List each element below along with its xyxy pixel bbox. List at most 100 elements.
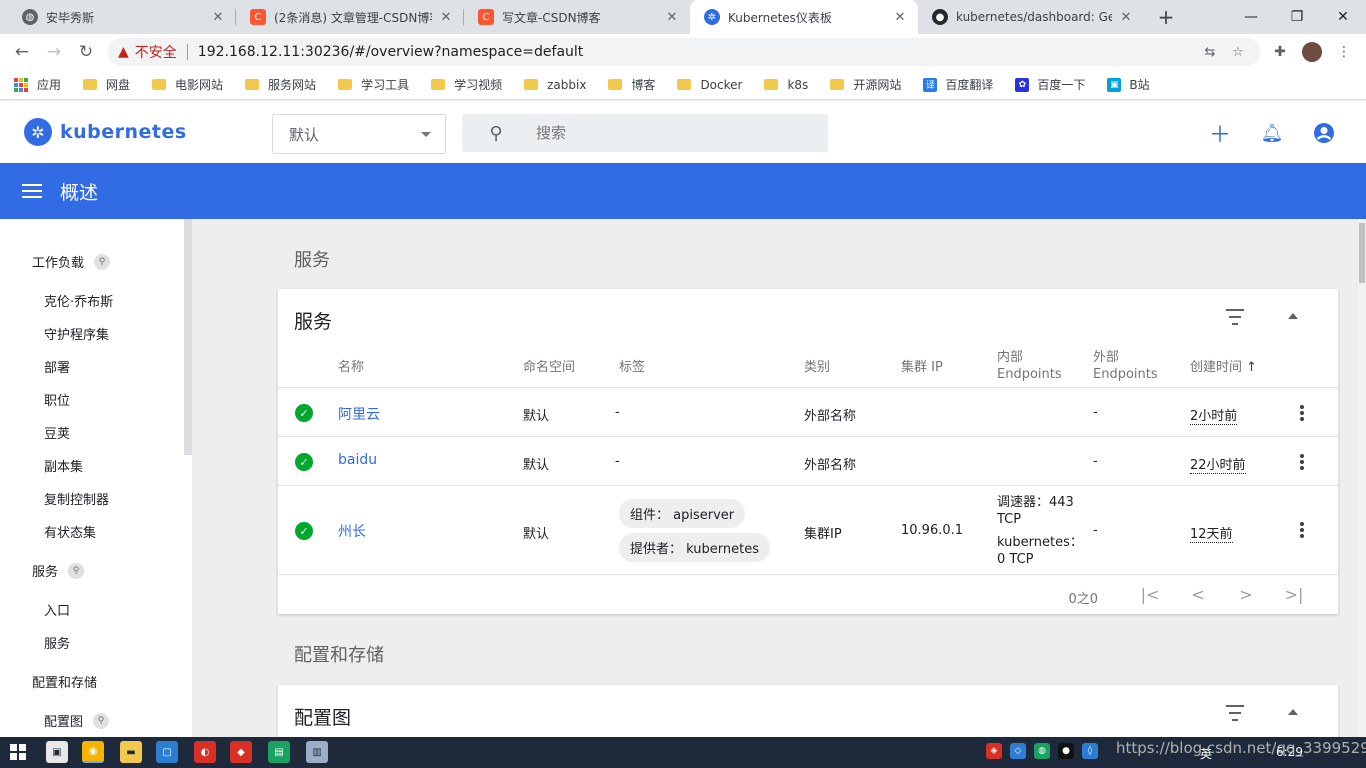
more-vert-icon[interactable] xyxy=(1296,521,1308,539)
sidebar-item-configmaps[interactable]: 配置图 ⚲ xyxy=(44,711,110,730)
bookmark-folder[interactable]: zabbix xyxy=(524,78,586,92)
browser-tab-3[interactable]: C 写文章-CSDN博客 ✕ xyxy=(464,0,690,34)
bookmark-folder[interactable]: Docker xyxy=(677,78,742,92)
browser-tab-2[interactable]: C (2条消息) 文章管理-CSDN博客 ✕ xyxy=(236,0,464,34)
sidebar-section-service[interactable]: 服务 ⚲ xyxy=(32,561,85,580)
pin-icon[interactable]: ⚲ xyxy=(94,253,111,270)
app-icon[interactable]: ◆ xyxy=(230,741,252,763)
collapse-chevron-icon[interactable] xyxy=(1288,709,1298,715)
sidebar-item-statefulsets[interactable]: 有状态集 xyxy=(44,522,96,541)
more-vert-icon[interactable] xyxy=(1296,453,1308,471)
bookmark-bilibili[interactable]: ▣ B站 xyxy=(1107,76,1150,93)
filter-icon[interactable] xyxy=(1224,309,1246,325)
sidebar-item-pods[interactable]: 豆荚 xyxy=(44,423,70,442)
back-arrow-icon[interactable]: ← xyxy=(10,40,34,64)
kubernetes-logo[interactable]: ✲ kubernetes xyxy=(24,118,187,146)
tray-app-icon[interactable]: ◈ xyxy=(986,743,1002,759)
notepad-icon[interactable]: ▥ xyxy=(306,741,328,763)
sidebar-section-config-storage[interactable]: 配置和存储 xyxy=(32,672,97,691)
folder-icon[interactable]: ▬ xyxy=(120,741,142,763)
translate-icon[interactable]: ⇆ xyxy=(1200,42,1220,62)
bookmark-folder[interactable]: 博客 xyxy=(608,76,655,93)
sidebar-item-daemonsets[interactable]: 守护程序集 xyxy=(44,324,109,343)
browser-tab-4-active[interactable]: ✲ Kubernetes仪表板 ✕ xyxy=(690,0,918,34)
sidebar-item-replicasets[interactable]: 副本集 xyxy=(44,456,83,475)
column-header-type[interactable]: 类别 xyxy=(804,359,830,376)
terminal-icon[interactable]: ▤ xyxy=(268,741,290,763)
bookmark-apps[interactable]: 应用 xyxy=(14,76,61,93)
column-header-name[interactable]: 名称 xyxy=(338,359,364,376)
minimize-button[interactable]: — xyxy=(1228,0,1274,34)
account-circle-icon[interactable] xyxy=(1311,120,1337,146)
close-window-button[interactable]: ✕ xyxy=(1320,0,1366,34)
close-icon[interactable]: ✕ xyxy=(892,9,908,25)
new-tab-button[interactable]: + xyxy=(1154,5,1178,29)
bookmark-folder[interactable]: 开源网站 xyxy=(830,76,901,93)
column-header-namespace[interactable]: 命名空间 xyxy=(523,359,575,376)
bookmark-folder[interactable]: 学习视频 xyxy=(431,76,502,93)
security-warning-label[interactable]: 不安全 xyxy=(135,42,177,62)
browser-tab-1[interactable]: ◍ 安毕秀斯 ✕ xyxy=(8,0,236,34)
hamburger-menu-icon[interactable] xyxy=(22,184,42,198)
wechat-icon[interactable]: ◍ xyxy=(1034,743,1050,759)
service-name-link[interactable]: 州长 xyxy=(338,521,366,541)
bookmark-folder[interactable]: 电影网站 xyxy=(152,76,223,93)
cell-created[interactable]: 2小时前 xyxy=(1190,405,1238,425)
service-name-link[interactable]: 阿里云 xyxy=(338,404,380,424)
bookmark-star-icon[interactable]: ☆ xyxy=(1228,42,1248,62)
bookmark-folder[interactable]: 服务网站 xyxy=(245,76,316,93)
last-page-icon[interactable]: >| xyxy=(1284,584,1304,604)
bookmark-folder[interactable]: 学习工具 xyxy=(338,76,409,93)
next-page-icon[interactable]: > xyxy=(1236,584,1256,604)
maximize-button[interactable]: ❐ xyxy=(1274,0,1320,34)
reload-icon[interactable]: ↻ xyxy=(74,40,98,64)
vm-app-icon[interactable]: ▢ xyxy=(156,741,178,763)
chrome-icon[interactable]: ◉ xyxy=(82,741,104,763)
filter-icon[interactable] xyxy=(1224,705,1246,721)
bookmark-baidu[interactable]: ✿ 百度一下 xyxy=(1015,76,1085,93)
namespace-select[interactable]: 默认 xyxy=(272,114,446,154)
tray-app-icon[interactable]: ◇ xyxy=(1010,743,1026,759)
sidebar-item-deployments[interactable]: 部署 xyxy=(44,357,70,376)
previous-page-icon[interactable]: < xyxy=(1188,584,1208,604)
bookmark-folder[interactable]: k8s xyxy=(764,78,808,92)
shield-icon[interactable]: ◊ xyxy=(1082,743,1098,759)
close-icon[interactable]: ✕ xyxy=(664,9,680,25)
create-plus-icon[interactable]: ＋ xyxy=(1207,120,1233,148)
sidebar-scrollbar[interactable] xyxy=(184,219,192,455)
sidebar-item-services[interactable]: 服务 xyxy=(44,633,70,652)
sidebar-item-replication-controllers[interactable]: 复制控制器 xyxy=(44,489,109,508)
extensions-puzzle-icon[interactable]: ✚ xyxy=(1268,40,1292,64)
column-header-cluster-ip[interactable]: 集群 IP xyxy=(901,359,943,376)
pin-icon[interactable]: ⚲ xyxy=(93,712,110,729)
cell-created[interactable]: 22小时前 xyxy=(1190,454,1246,474)
sidebar-item-ingresses[interactable]: 入口 xyxy=(44,600,70,619)
notifications-bell-icon[interactable]: 🔔︎ xyxy=(1259,120,1285,146)
sidebar-section-workloads[interactable]: 工作负载 ⚲ xyxy=(32,252,111,271)
sidebar-item-cronjobs[interactable]: 克伦·乔布斯 xyxy=(44,291,113,310)
service-name-link[interactable]: baidu xyxy=(338,452,377,468)
profile-avatar[interactable] xyxy=(1300,40,1324,64)
forward-arrow-icon[interactable]: → xyxy=(42,40,66,64)
page-scrollbar[interactable] xyxy=(1358,219,1366,737)
bookmark-folder[interactable]: 网盘 xyxy=(83,76,130,93)
more-menu-icon[interactable]: ⋮ xyxy=(1332,40,1356,64)
first-page-icon[interactable]: |< xyxy=(1140,584,1160,604)
close-icon[interactable]: ✕ xyxy=(438,9,454,25)
close-icon[interactable]: ✕ xyxy=(210,9,226,25)
url-text[interactable]: 192.168.12.11:30236/#/overview?namespace… xyxy=(198,44,584,60)
warning-icon[interactable]: ▲ xyxy=(118,44,129,60)
collapse-chevron-icon[interactable] xyxy=(1288,313,1298,319)
app-icon[interactable]: ◐ xyxy=(194,741,216,763)
omnibox[interactable]: ▲ 不安全 192.168.12.11:30236/#/overview?nam… xyxy=(108,38,1260,66)
qq-icon[interactable]: ● xyxy=(1058,743,1074,759)
windows-start-icon[interactable] xyxy=(10,744,26,760)
browser-tab-5[interactable]: ● kubernetes/dashboard: General-purpose … xyxy=(918,0,1144,34)
close-icon[interactable]: ✕ xyxy=(1118,9,1134,25)
column-header-created[interactable]: 创建时间 ↑ xyxy=(1190,359,1257,376)
bookmark-baidu-translate[interactable]: 译百度翻译 xyxy=(923,76,993,93)
pin-icon[interactable]: ⚲ xyxy=(68,562,85,579)
sidebar-item-jobs[interactable]: 职位 xyxy=(44,390,70,409)
more-vert-icon[interactable] xyxy=(1296,404,1308,422)
search-input[interactable] xyxy=(536,124,796,142)
